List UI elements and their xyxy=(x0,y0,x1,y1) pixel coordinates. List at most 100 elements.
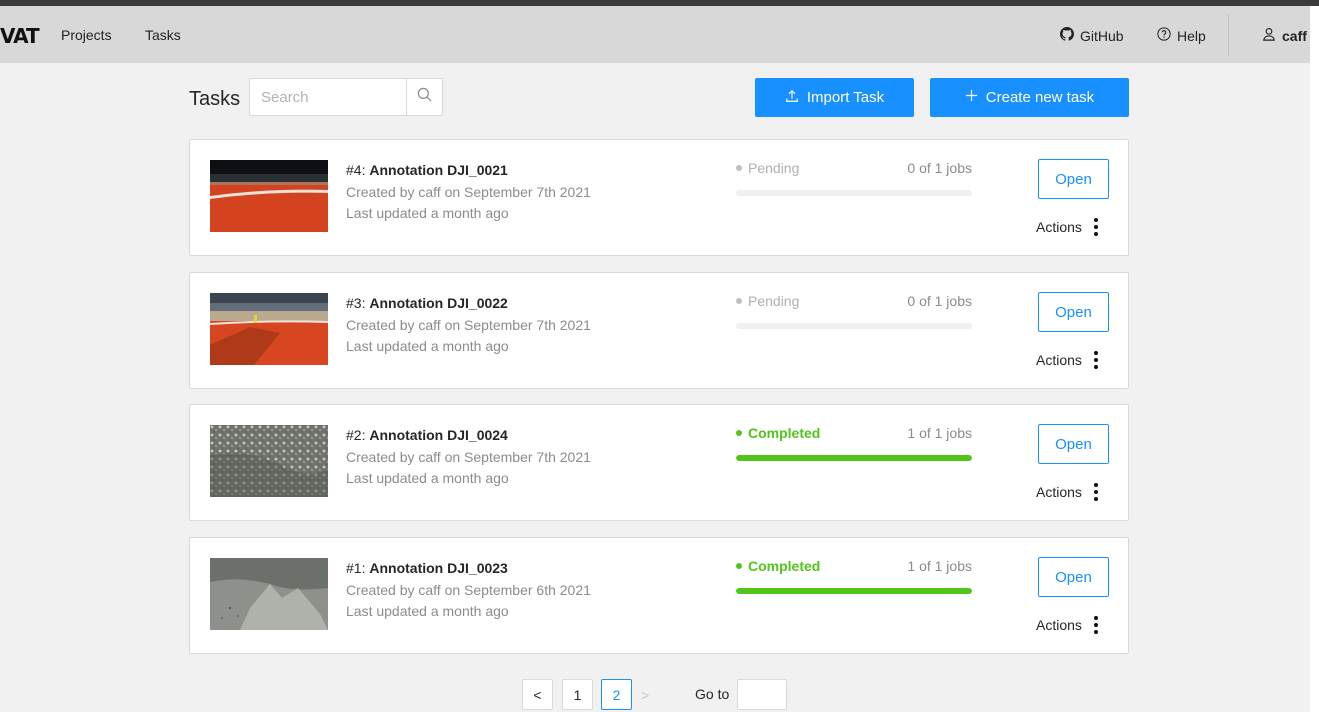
status-dot xyxy=(736,298,742,304)
task-id: #3: xyxy=(346,295,370,311)
more-vertical-icon xyxy=(1092,616,1100,634)
task-title[interactable]: #2: Annotation DJI_0024 xyxy=(346,425,591,447)
help-link[interactable]: Help xyxy=(1157,27,1206,44)
open-button[interactable]: Open xyxy=(1038,424,1109,464)
status-badge: Completed xyxy=(736,558,820,574)
question-circle-icon xyxy=(1157,27,1171,44)
upload-icon xyxy=(785,89,799,107)
import-task-button[interactable]: Import Task xyxy=(755,78,914,117)
task-id: #1: xyxy=(346,560,370,576)
task-info: #3: Annotation DJI_0022 Created by caff … xyxy=(346,293,591,358)
actions-menu[interactable]: Actions xyxy=(1036,616,1100,634)
task-id: #4: xyxy=(346,162,370,178)
task-name: Annotation DJI_0021 xyxy=(369,162,508,178)
task-title[interactable]: #4: Annotation DJI_0021 xyxy=(346,160,591,182)
task-info: #2: Annotation DJI_0024 Created by caff … xyxy=(346,425,591,490)
task-preview-image[interactable] xyxy=(210,425,328,497)
window-right-edge xyxy=(1310,6,1319,712)
status-dot xyxy=(736,430,742,436)
actions-label: Actions xyxy=(1036,219,1082,235)
import-task-label: Import Task xyxy=(806,89,885,106)
user-icon xyxy=(1262,27,1276,44)
progress-fill xyxy=(736,455,972,461)
search-icon xyxy=(417,87,432,107)
open-button[interactable]: Open xyxy=(1038,159,1109,199)
status-label: Completed xyxy=(748,425,821,441)
goto-label: Go to xyxy=(695,686,730,702)
open-button[interactable]: Open xyxy=(1038,292,1109,332)
github-link[interactable]: GitHub xyxy=(1060,27,1124,44)
task-title[interactable]: #1: Annotation DJI_0023 xyxy=(346,558,591,580)
goto-page-input[interactable] xyxy=(737,679,787,710)
task-card: #1: Annotation DJI_0023 Created by caff … xyxy=(189,537,1129,654)
header-divider xyxy=(1228,14,1229,56)
status-dot xyxy=(736,563,742,569)
user-menu[interactable]: caff xyxy=(1262,27,1307,44)
progress-bar xyxy=(736,323,972,329)
plus-icon xyxy=(965,89,978,106)
status-label: Pending xyxy=(748,293,800,309)
more-vertical-icon xyxy=(1092,351,1100,369)
progress-bar xyxy=(736,588,972,594)
more-vertical-icon xyxy=(1092,218,1100,236)
nav-projects[interactable]: Projects xyxy=(61,27,112,43)
task-created: Created by caff on September 7th 2021 xyxy=(346,316,591,333)
status-dot xyxy=(736,165,742,171)
task-updated: Last updated a month ago xyxy=(346,338,509,354)
actions-label: Actions xyxy=(1036,617,1082,633)
task-created: Created by caff on September 7th 2021 xyxy=(346,448,591,465)
task-created: Created by caff on September 7th 2021 xyxy=(346,183,591,200)
next-page-button[interactable]: > xyxy=(641,679,649,710)
jobs-count: 1 of 1 jobs xyxy=(907,425,972,441)
top-header: VAT Projects Tasks GitHub Help caff xyxy=(0,6,1310,63)
task-info: #1: Annotation DJI_0023 Created by caff … xyxy=(346,558,591,623)
task-name: Annotation DJI_0024 xyxy=(369,427,508,443)
task-card: #3: Annotation DJI_0022 Created by caff … xyxy=(189,272,1129,389)
help-label: Help xyxy=(1177,27,1206,44)
status-badge: Pending xyxy=(736,160,799,176)
status-label: Completed xyxy=(748,558,821,574)
status-label: Pending xyxy=(748,160,800,176)
prev-page-button[interactable]: < xyxy=(522,679,553,710)
more-vertical-icon xyxy=(1092,483,1100,501)
jobs-count: 1 of 1 jobs xyxy=(907,558,972,574)
task-updated: Last updated a month ago xyxy=(346,205,509,221)
actions-menu[interactable]: Actions xyxy=(1036,351,1100,369)
task-created: Created by caff on September 6th 2021 xyxy=(346,581,591,598)
page-2-button[interactable]: 2 xyxy=(601,679,632,710)
app-logo[interactable]: VAT xyxy=(0,24,40,48)
jobs-count: 0 of 1 jobs xyxy=(907,293,972,309)
task-updated: Last updated a month ago xyxy=(346,603,509,619)
actions-menu[interactable]: Actions xyxy=(1036,218,1100,236)
task-name: Annotation DJI_0022 xyxy=(369,295,508,311)
progress-fill xyxy=(736,588,972,594)
actions-label: Actions xyxy=(1036,484,1082,500)
github-icon xyxy=(1060,27,1075,44)
actions-label: Actions xyxy=(1036,352,1082,368)
page-1-button[interactable]: 1 xyxy=(562,679,593,710)
task-card: #2: Annotation DJI_0024 Created by caff … xyxy=(189,404,1129,521)
nav-tasks[interactable]: Tasks xyxy=(145,27,181,43)
actions-menu[interactable]: Actions xyxy=(1036,483,1100,501)
jobs-count: 0 of 1 jobs xyxy=(907,160,972,176)
user-name: caff xyxy=(1282,27,1307,44)
create-task-label: Create new task xyxy=(985,89,1095,106)
status-badge: Pending xyxy=(736,293,799,309)
page-title: Tasks xyxy=(189,88,241,110)
open-button[interactable]: Open xyxy=(1038,557,1109,597)
task-preview-image[interactable] xyxy=(210,160,328,232)
task-title[interactable]: #3: Annotation DJI_0022 xyxy=(346,293,591,315)
task-preview-image[interactable] xyxy=(210,558,328,630)
status-badge: Completed xyxy=(736,425,820,441)
search-button[interactable] xyxy=(406,79,442,115)
github-label: GitHub xyxy=(1080,27,1124,44)
task-updated: Last updated a month ago xyxy=(346,470,509,486)
search-box xyxy=(249,78,443,116)
search-input[interactable] xyxy=(250,79,406,115)
task-preview-image[interactable] xyxy=(210,293,328,365)
progress-bar xyxy=(736,455,972,461)
progress-bar xyxy=(736,190,972,196)
task-id: #2: xyxy=(346,427,370,443)
task-card: #4: Annotation DJI_0021 Created by caff … xyxy=(189,139,1129,256)
create-task-button[interactable]: Create new task xyxy=(930,78,1129,117)
